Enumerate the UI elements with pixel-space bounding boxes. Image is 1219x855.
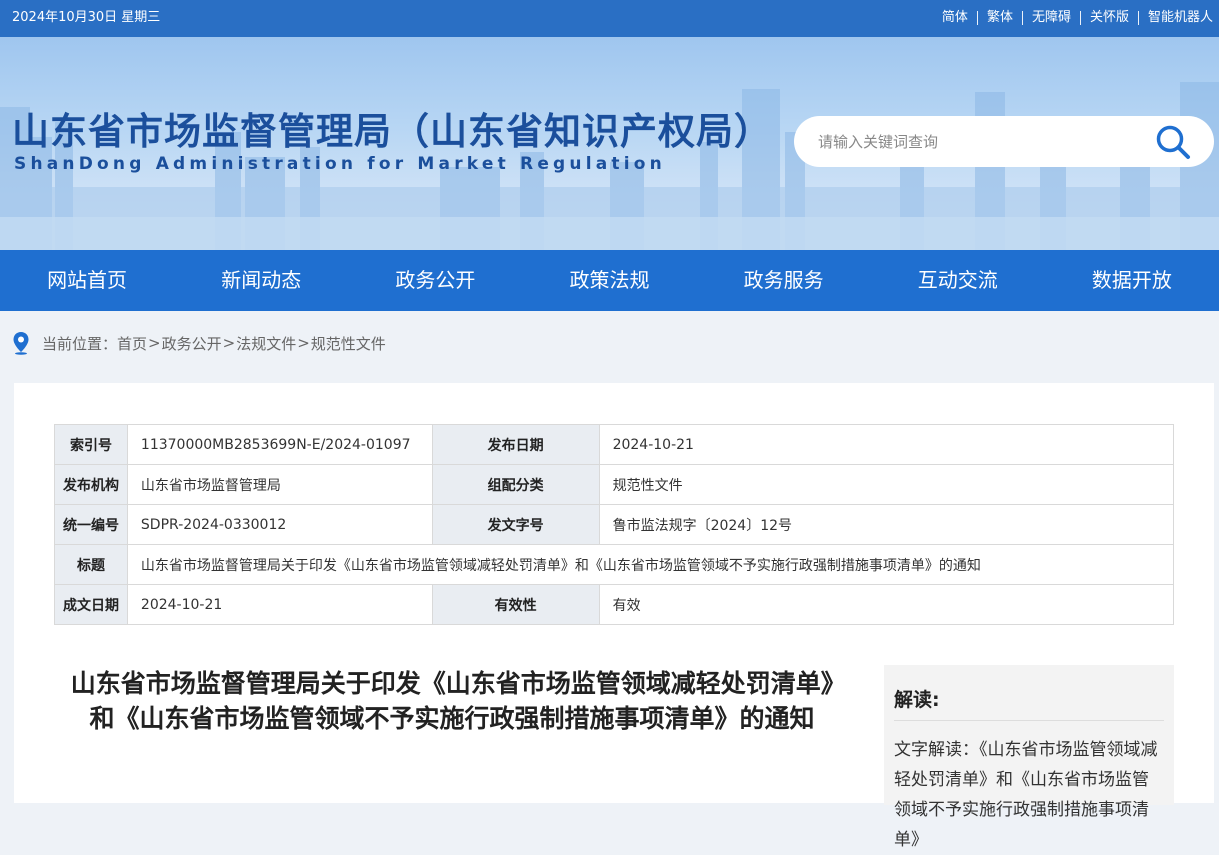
unified-code-value: SDPR-2024-0330012: [126, 504, 433, 545]
breadcrumb-home[interactable]: 首页: [117, 333, 147, 354]
table-row: 统一编号 SDPR-2024-0330012 发文字号 鲁市监法规字〔2024〕…: [54, 504, 1175, 545]
breadcrumb-government-affairs[interactable]: 政务公开: [162, 333, 222, 354]
search-icon: [1156, 125, 1190, 159]
link-chatbot[interactable]: 智能机器人: [1148, 0, 1213, 36]
nav-policies[interactable]: 政策法规: [522, 250, 696, 311]
nav-government-affairs[interactable]: 政务公开: [348, 250, 522, 311]
interpretation-panel: 解读: 文字解读：《山东省市场监管领域减轻处罚清单》和《山东省市场监管领域不予实…: [884, 665, 1174, 850]
main-nav: 网站首页 新闻动态 政务公开 政策法规 政务服务 互动交流 数据开放: [0, 250, 1219, 311]
document-info-table: 索引号 11370000MB2853699N-E/2024-01097 发布日期…: [54, 424, 1175, 625]
search-input[interactable]: [818, 129, 1138, 155]
unified-code-label: 统一编号: [54, 504, 128, 545]
nav-home[interactable]: 网站首页: [0, 250, 174, 311]
search-box: [794, 116, 1214, 167]
document-number-value: 鲁市监法规字〔2024〕12号: [598, 504, 1175, 545]
table-row: 标题 山东省市场监督管理局关于印发《山东省市场监管领域减轻处罚清单》和《山东省市…: [54, 544, 1175, 585]
link-simplified[interactable]: 简体: [942, 0, 968, 36]
site-subtitle: ShanDong Administration for Market Regul…: [14, 154, 666, 174]
publish-date-value: 2024-10-21: [598, 424, 1175, 465]
title-value: 山东省市场监督管理局关于印发《山东省市场监管领域减轻处罚清单》和《山东省市场监管…: [126, 544, 1175, 585]
created-date-label: 成文日期: [54, 584, 128, 625]
interpretation-link[interactable]: 文字解读：《山东省市场监管领域减轻处罚清单》和《山东省市场监管领域不予实施行政强…: [894, 735, 1164, 855]
issuer-value: 山东省市场监督管理局: [126, 464, 433, 505]
table-row: 索引号 11370000MB2853699N-E/2024-01097 发布日期…: [54, 424, 1175, 465]
validity-label: 有效性: [431, 584, 600, 625]
interpretation-heading: 解读:: [894, 685, 1164, 721]
title-label: 标题: [54, 544, 128, 585]
publish-date-label: 发布日期: [431, 424, 600, 465]
breadcrumb-separator: >: [297, 334, 310, 352]
nav-news[interactable]: 新闻动态: [174, 250, 348, 311]
document-number-label: 发文字号: [431, 504, 600, 545]
issuer-label: 发布机构: [54, 464, 128, 505]
index-number-label: 索引号: [54, 424, 128, 465]
search-button[interactable]: [1154, 123, 1194, 161]
index-number-value: 11370000MB2853699N-E/2024-01097: [126, 424, 433, 465]
divider: [1079, 11, 1081, 25]
link-care-mode[interactable]: 关怀版: [1090, 0, 1129, 36]
article-title: 山东省市场监督管理局关于印发《山东省市场监管领域减轻处罚清单》和《山东省市场监管…: [70, 669, 834, 733]
divider: [1021, 11, 1023, 25]
site-title: 山东省市场监督管理局（山东省知识产权局）: [12, 110, 772, 153]
breadcrumb: 当前位置： 首页 > 政务公开 > 法规文件 > 规范性文件: [12, 331, 386, 355]
breadcrumb-regulations[interactable]: 法规文件: [236, 333, 296, 354]
category-label: 组配分类: [431, 464, 600, 505]
breadcrumb-normative-documents[interactable]: 规范性文件: [311, 333, 386, 354]
current-date: 2024年10月30日 星期三: [12, 10, 161, 25]
validity-value: 有效: [598, 584, 1175, 625]
header-banner: 山东省市场监督管理局（山东省知识产权局） ShanDong Administra…: [0, 37, 1219, 250]
link-accessibility[interactable]: 无障碍: [1032, 0, 1071, 36]
nav-open-data[interactable]: 数据开放: [1045, 250, 1219, 311]
breadcrumb-separator: >: [148, 334, 161, 352]
link-traditional[interactable]: 繁体: [987, 0, 1013, 36]
table-row: 成文日期 2024-10-21 有效性 有效: [54, 584, 1175, 625]
category-value: 规范性文件: [598, 464, 1175, 505]
divider: [1137, 11, 1139, 25]
breadcrumb-separator: >: [222, 334, 236, 352]
content-card: 索引号 11370000MB2853699N-E/2024-01097 发布日期…: [14, 383, 1214, 850]
top-utility-bar: 2024年10月30日 星期三 简体 繁体 无障碍 关怀版 智能机器人: [0, 0, 1219, 37]
created-date-value: 2024-10-21: [126, 584, 433, 625]
nav-interaction[interactable]: 互动交流: [871, 250, 1045, 311]
location-pin-icon: [13, 332, 29, 355]
breadcrumb-prefix: 当前位置：: [42, 334, 118, 353]
nav-services[interactable]: 政务服务: [697, 250, 871, 311]
table-row: 发布机构 山东省市场监督管理局 组配分类 规范性文件: [54, 464, 1175, 505]
divider: [976, 11, 978, 25]
utility-links: 简体 繁体 无障碍 关怀版 智能机器人: [942, 0, 1213, 36]
